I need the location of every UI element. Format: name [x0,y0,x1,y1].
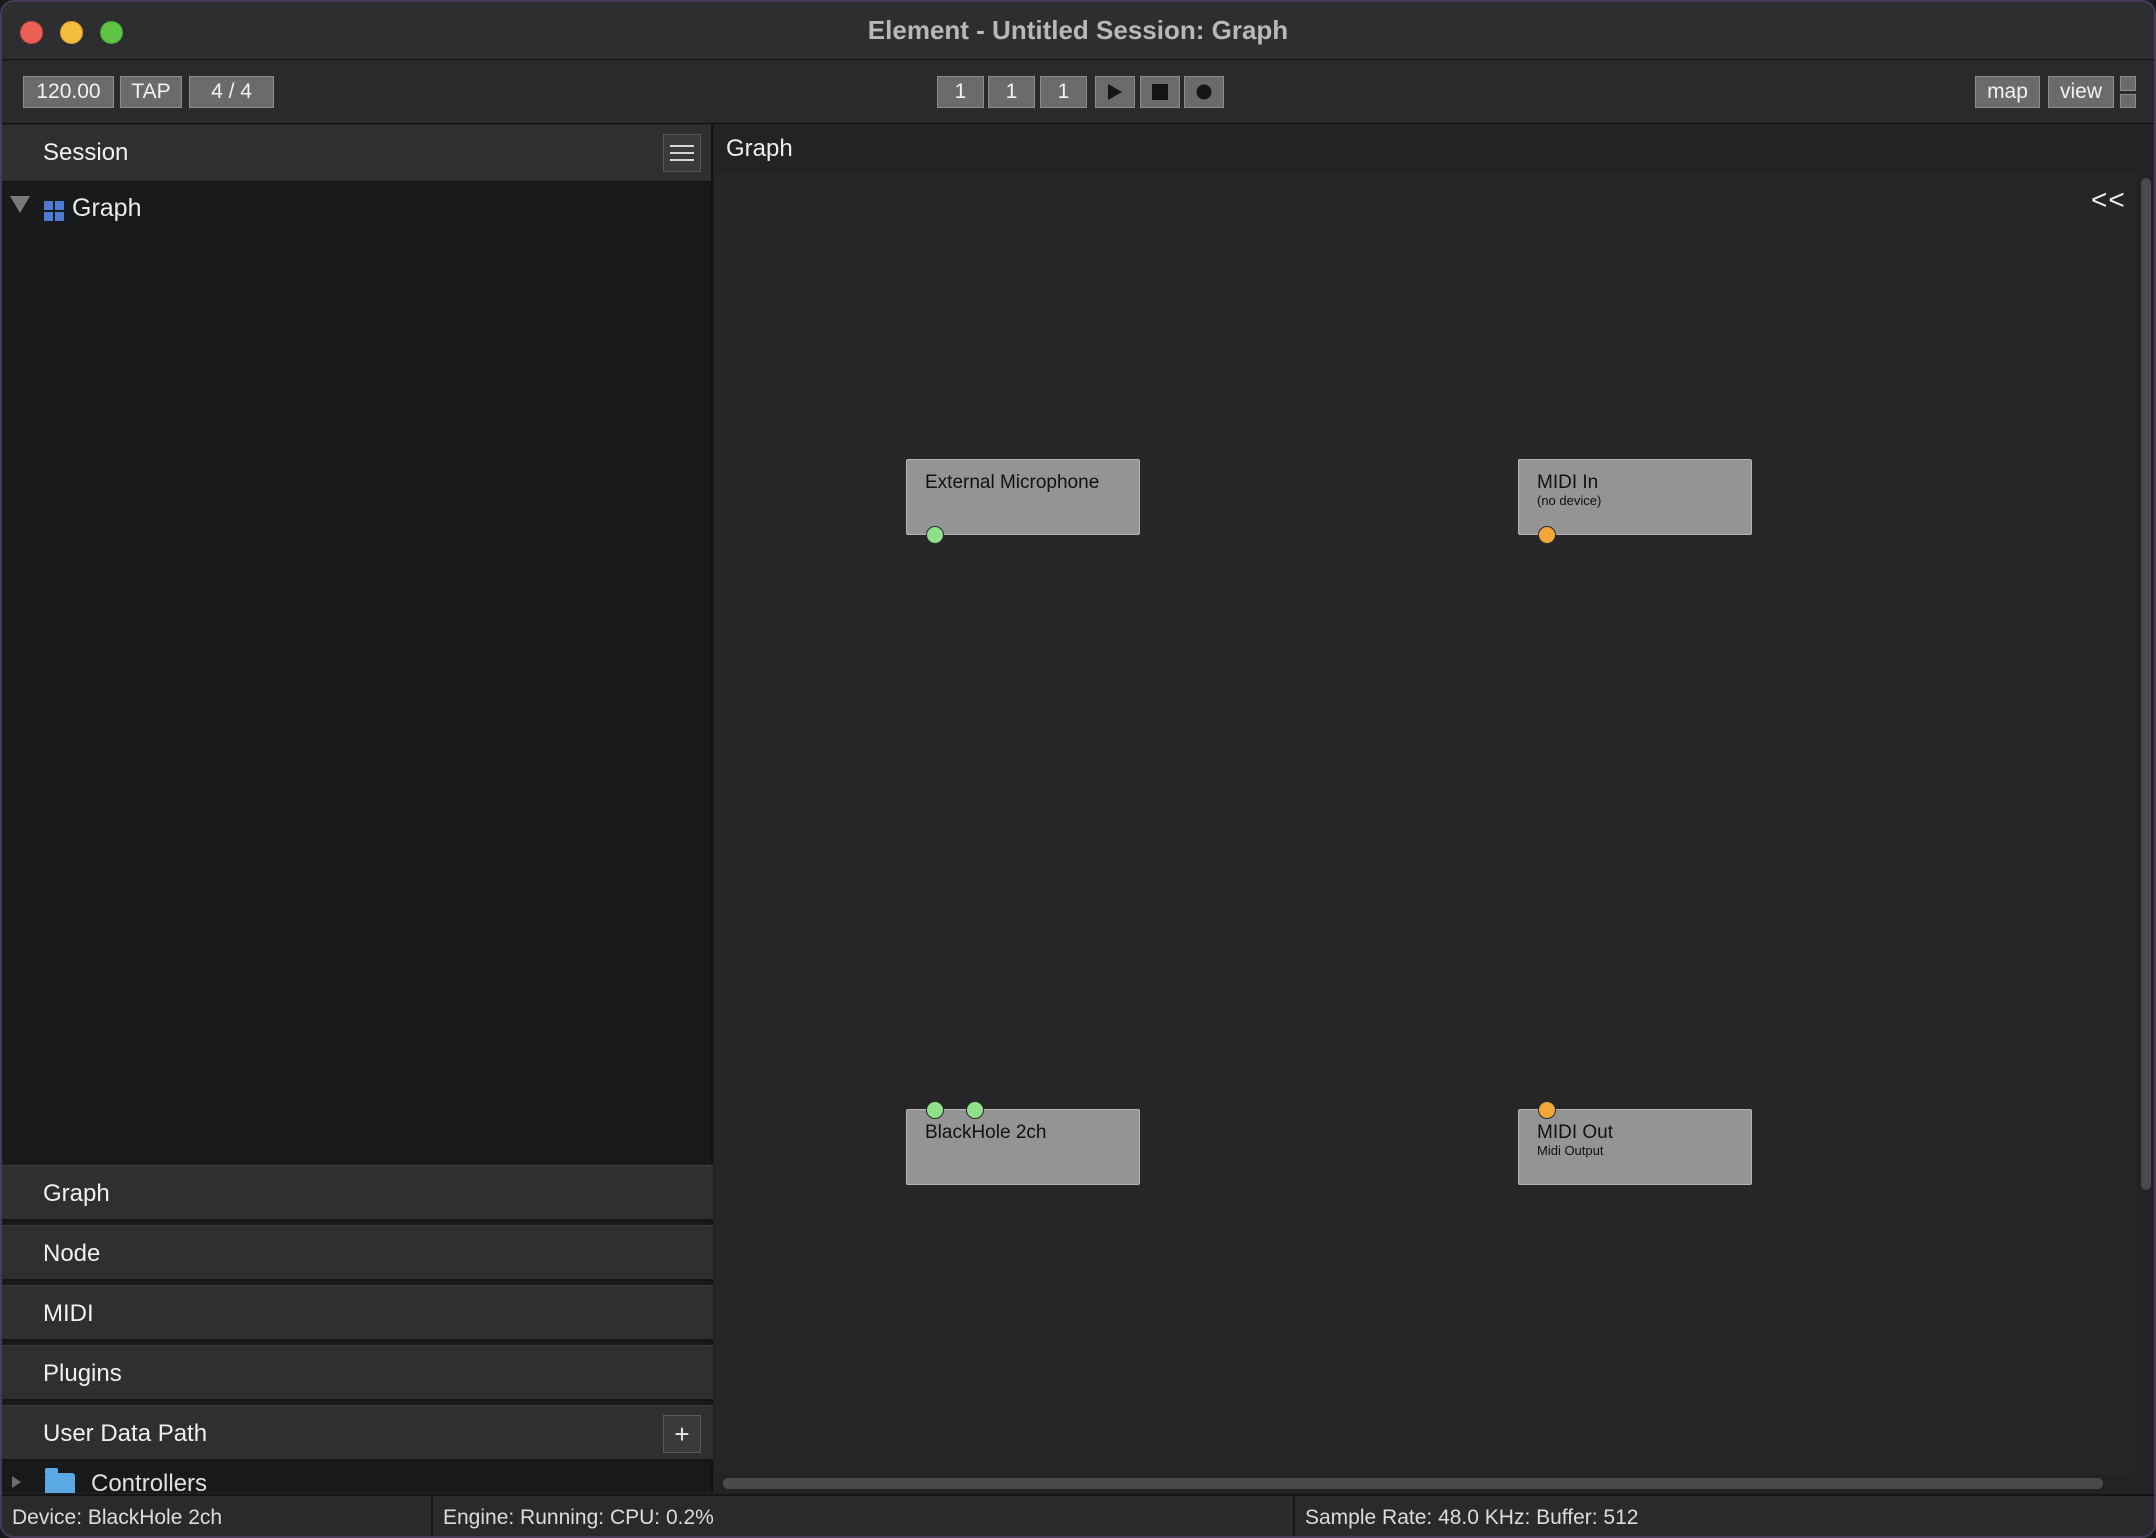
map-button[interactable]: map [1975,76,2040,108]
app-window: Element - Untitled Session: Graph 120.00… [0,0,2156,1538]
audio-input-port[interactable] [966,1101,984,1119]
horizontal-scroll-thumb[interactable] [723,1478,2103,1489]
section-label: Graph [43,1180,110,1207]
section-node[interactable]: Node [2,1225,713,1281]
tree-item-graph[interactable]: Graph [2,187,711,225]
bar-position-field[interactable]: 1 [937,76,984,108]
expand-caret-icon[interactable] [12,1476,21,1488]
section-graph[interactable]: Graph [2,1165,713,1221]
graph-icon [44,201,64,221]
add-path-button[interactable]: + [663,1415,701,1453]
node-subtitle: Midi Output [1537,1143,1604,1158]
session-menu-button[interactable] [663,134,701,172]
horizontal-scrollbar[interactable] [715,1474,2154,1493]
node-name: External Microphone [925,472,1100,493]
hamburger-icon-line [670,159,694,161]
vertical-scrollbar[interactable] [2135,172,2154,1474]
play-icon [1108,84,1122,100]
device-status: Device: BlackHole 2ch [2,1496,433,1536]
window-title: Element - Untitled Session: Graph [867,15,1289,45]
collapse-panel-button[interactable]: << [2091,184,2126,216]
play-button[interactable] [1095,76,1135,108]
node-name: MIDI In [1537,472,1599,493]
graph-title: Graph [726,135,793,162]
beat-position-field[interactable]: 1 [988,76,1035,108]
engine-status: Engine: Running: CPU: 0.2% [433,1496,1295,1536]
node-midi-in[interactable]: MIDI In (no device) [1518,459,1752,544]
tick-position-field[interactable]: 1 [1040,76,1087,108]
folder-label: Controllers [91,1470,208,1493]
layout-bottom-icon [2120,93,2136,108]
node-name: BlackHole 2ch [925,1122,1047,1143]
section-midi[interactable]: MIDI [2,1285,713,1341]
section-label: Node [43,1240,101,1267]
layout-top-icon [2120,76,2136,91]
stop-icon [1152,84,1168,100]
status-bar: Device: BlackHole 2ch Engine: Running: C… [2,1494,2154,1536]
session-header: Session [2,125,711,182]
record-icon [1196,84,1212,100]
hamburger-icon-line [670,145,694,147]
section-user-data-path[interactable]: User Data Path + [2,1405,713,1461]
audio-settings-status: Sample Rate: 48.0 KHz: Buffer: 512 [1305,1506,1639,1529]
layout-toggle-button[interactable] [2120,76,2136,108]
graph-canvas[interactable]: << External Microphone MIDI In (no devic… [715,172,2135,1474]
record-button[interactable] [1184,76,1224,108]
tempo-field[interactable]: 120.00 [23,76,114,108]
section-plugins[interactable]: Plugins [2,1345,713,1401]
section-label: Plugins [43,1360,122,1387]
expand-caret-icon[interactable] [10,196,30,213]
time-signature-field[interactable]: 4 / 4 [189,76,274,108]
node-subtitle: (no device) [1537,493,1602,508]
transport-toolbar: 120.00 TAP 4 / 4 1 1 1 map view [2,61,2154,124]
midi-output-port[interactable] [1538,526,1556,544]
hamburger-icon-line [670,152,694,154]
plus-icon: + [674,1418,690,1449]
folder-item-controllers[interactable]: Controllers [2,1461,711,1493]
session-title: Session [43,139,129,166]
title-bar: Element - Untitled Session: Graph [2,2,2154,60]
tap-tempo-button[interactable]: TAP [120,76,182,108]
section-label: User Data Path [43,1420,208,1447]
audio-input-port[interactable] [926,1101,944,1119]
section-label: MIDI [43,1300,94,1327]
audio-output-port[interactable] [926,526,944,544]
tree-item-label: Graph [72,194,142,222]
node-name: MIDI Out [1537,1122,1614,1143]
stop-button[interactable] [1140,76,1180,108]
folder-icon [45,1468,75,1493]
node-midi-out[interactable]: MIDI Out Midi Output [1518,1101,1752,1185]
graph-header: Graph [715,125,2154,172]
midi-input-port[interactable] [1538,1101,1556,1119]
session-sidebar: Session Graph Graph Node MIDI Plugins Us… [2,125,713,1493]
view-button[interactable]: view [2048,76,2114,108]
vertical-scroll-thumb[interactable] [2141,178,2151,1190]
node-external-microphone[interactable]: External Microphone [906,459,1140,544]
node-blackhole-2ch[interactable]: BlackHole 2ch [906,1101,1140,1185]
